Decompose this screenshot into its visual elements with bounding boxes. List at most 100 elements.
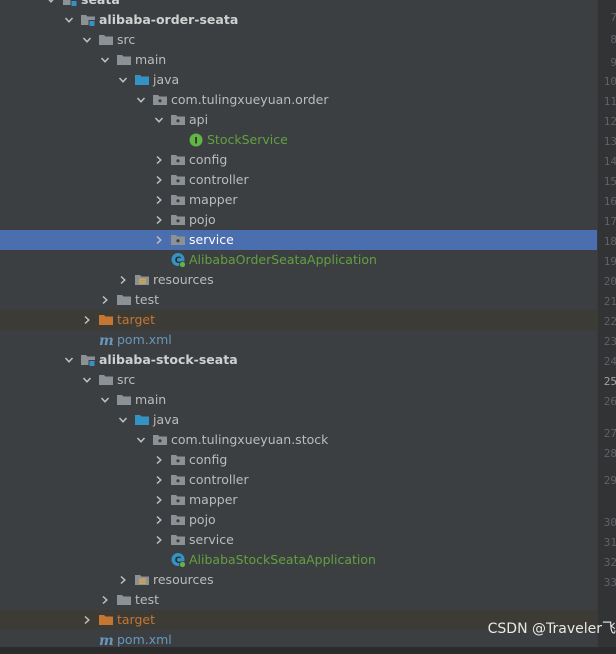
tree-node-stock-main[interactable]: main (0, 390, 597, 410)
chevron-down-icon[interactable] (81, 370, 93, 390)
tree-node-order-pojo[interactable]: pojo (0, 210, 597, 230)
package-icon (170, 212, 186, 228)
tree-node-order-application[interactable]: C AlibabaOrderSeataApplication (0, 250, 597, 270)
chevron-right-icon[interactable] (117, 270, 129, 290)
tree-node-label: controller (189, 172, 249, 187)
folder-icon (116, 592, 132, 608)
tree-node-order-api[interactable]: api (0, 110, 597, 130)
tree-node-label: com.tulingxueyuan.order (171, 92, 329, 107)
chevron-right-icon[interactable] (117, 570, 129, 590)
tree-node-label: java (153, 412, 180, 427)
tree-node-stock-java[interactable]: java (0, 410, 597, 430)
chevron-right-icon[interactable] (153, 510, 165, 530)
tree-node-order-service[interactable]: service (0, 230, 597, 250)
chevron-right-icon[interactable] (153, 210, 165, 230)
tree-node-label: pom.xml (117, 332, 172, 347)
tree-node-order-src[interactable]: src (0, 30, 597, 50)
chevron-down-icon[interactable] (153, 110, 165, 130)
tree-node-order-resources[interactable]: resources (0, 270, 597, 290)
line-number-gutter: 7 8 9 10 11 12 13 14 15 16 17 18 19 20 21 22 23 24 25 26 27 2… (597, 0, 616, 647)
tree-node-stock-test[interactable]: test (0, 590, 597, 610)
package-icon (170, 232, 186, 248)
svg-text:m: m (99, 633, 114, 648)
tree-node-order-mapper[interactable]: mapper (0, 190, 597, 210)
maven-pom-icon: m (98, 632, 114, 649)
chevron-right-icon[interactable] (81, 310, 93, 330)
tree-node-label: service (189, 532, 234, 547)
chevron-right-icon[interactable] (153, 150, 165, 170)
tree-node-order-target[interactable]: target (0, 310, 597, 330)
tree-node-alibaba-order-seata[interactable]: alibaba-order-seata (0, 10, 597, 30)
tree-node-stock-controller[interactable]: controller (0, 470, 597, 490)
tree-node-label: alibaba-stock-seata (99, 352, 238, 367)
line-number: 12 (603, 115, 616, 128)
tree-node-label: test (135, 292, 160, 307)
line-number: 13 (603, 135, 616, 148)
chevron-down-icon[interactable] (117, 410, 129, 430)
tree-node-order-java[interactable]: java (0, 70, 597, 90)
chevron-down-icon[interactable] (117, 70, 129, 90)
tree-node-label: main (135, 392, 167, 407)
tree-node-order-test[interactable]: test (0, 290, 597, 310)
tree-node-stock-src[interactable]: src (0, 370, 597, 390)
package-icon (170, 152, 186, 168)
line-number: 24 (603, 355, 616, 368)
tree-node-stock-pojo[interactable]: pojo (0, 510, 597, 530)
chevron-right-icon[interactable] (153, 190, 165, 210)
chevron-right-icon[interactable] (153, 490, 165, 510)
line-number: 27 (603, 427, 616, 440)
chevron-right-icon[interactable] (153, 530, 165, 550)
chevron-right-icon[interactable] (81, 610, 93, 630)
maven-pom-icon: m (98, 332, 114, 349)
chevron-down-icon[interactable] (135, 90, 147, 110)
tree-node-seata[interactable]: seata (0, 0, 597, 10)
folder-icon (116, 392, 132, 408)
tree-node-order-controller[interactable]: controller (0, 170, 597, 190)
tree-node-label: controller (189, 472, 249, 487)
tree-node-stock-service[interactable]: I StockService (0, 130, 597, 150)
line-number: 20 (603, 275, 616, 288)
folder-icon (116, 292, 132, 308)
tree-node-label: main (135, 52, 167, 67)
package-icon (152, 92, 168, 108)
line-number: 17 (603, 215, 616, 228)
chevron-down-icon[interactable] (81, 30, 93, 50)
tree-node-stock-application[interactable]: C AlibabaStockSeataApplication (0, 550, 597, 570)
chevron-down-icon[interactable] (99, 50, 111, 70)
chevron-down-icon[interactable] (63, 350, 75, 370)
tree-node-label: mapper (189, 492, 238, 507)
tree-node-label: target (117, 612, 156, 627)
tree-node-stock-mapper[interactable]: mapper (0, 490, 597, 510)
line-number: 19 (603, 255, 616, 268)
line-number: 25 (603, 375, 616, 388)
chevron-down-icon[interactable] (63, 10, 75, 30)
tree-node-alibaba-stock-seata[interactable]: alibaba-stock-seata (0, 350, 597, 370)
chevron-right-icon[interactable] (99, 590, 111, 610)
tree-node-stock-package[interactable]: com.tulingxueyuan.stock (0, 430, 597, 450)
tree-node-stock-service[interactable]: service (0, 530, 597, 550)
tree-node-order-package[interactable]: com.tulingxueyuan.order (0, 90, 597, 110)
chevron-down-icon[interactable] (99, 390, 111, 410)
chevron-down-icon[interactable] (135, 430, 147, 450)
tree-node-stock-config[interactable]: config (0, 450, 597, 470)
excluded-folder-icon (98, 312, 114, 328)
chevron-right-icon[interactable] (153, 450, 165, 470)
chevron-down-icon[interactable] (45, 0, 57, 10)
line-number: 21 (603, 295, 616, 308)
line-number: 14 (603, 155, 616, 168)
package-icon (170, 512, 186, 528)
line-number: 15 (603, 175, 616, 188)
tree-node-label: pom.xml (117, 632, 172, 647)
tree-node-stock-resources[interactable]: resources (0, 570, 597, 590)
chevron-right-icon[interactable] (99, 290, 111, 310)
chevron-right-icon[interactable] (153, 170, 165, 190)
tree-node-order-main[interactable]: main (0, 50, 597, 70)
tree-node-order-pom[interactable]: m pom.xml (0, 330, 597, 350)
chevron-right-icon[interactable] (153, 230, 165, 250)
tree-node-label: mapper (189, 192, 238, 207)
chevron-right-icon[interactable] (153, 470, 165, 490)
tree-node-order-config[interactable]: config (0, 150, 597, 170)
line-number: 29 (603, 474, 616, 487)
package-icon (170, 532, 186, 548)
tree-node-label: service (189, 232, 234, 247)
